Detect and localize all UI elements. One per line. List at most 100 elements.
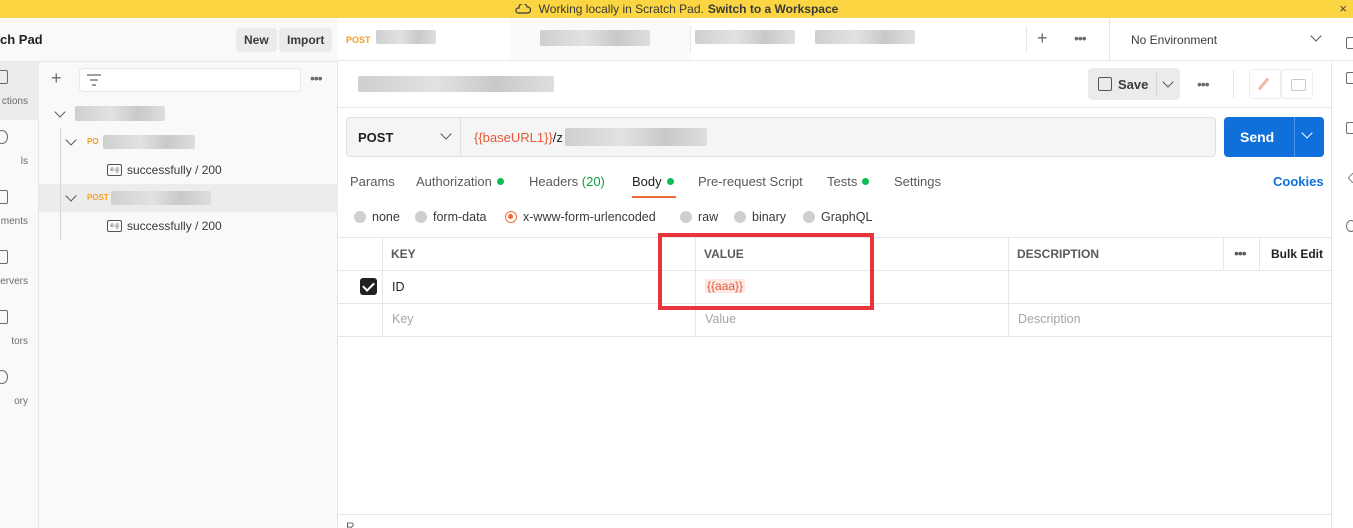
tab-tests[interactable]: Tests <box>827 174 870 200</box>
request-tab-active[interactable] <box>510 18 690 60</box>
new-button[interactable]: New <box>236 28 277 52</box>
save-button[interactable]: Save <box>1088 68 1180 100</box>
scratch-pad-banner: Working locally in Scratch Pad. Switch t… <box>0 0 1353 18</box>
redacted-request-title <box>358 76 554 92</box>
filter-icon[interactable] <box>87 74 101 86</box>
radio-circle <box>734 211 746 223</box>
mock-servers-icon <box>0 250 8 264</box>
radio-graphql[interactable]: GraphQL <box>803 210 872 224</box>
collection-row[interactable] <box>39 100 338 128</box>
documentation-icon[interactable] <box>1346 37 1353 49</box>
chevron-down-icon[interactable] <box>54 106 66 118</box>
radio-circle <box>680 211 692 223</box>
description-placeholder[interactable]: Description <box>1018 312 1081 326</box>
rail-label: ls <box>20 156 28 167</box>
rail-item-history[interactable]: ory <box>0 362 39 420</box>
radio-x-www-form-urlencoded[interactable]: x-www-form-urlencoded <box>505 210 656 224</box>
key-placeholder[interactable]: Key <box>392 312 414 326</box>
environment-selector[interactable]: No Environment <box>1109 18 1344 60</box>
chevron-down-icon[interactable] <box>1301 127 1313 139</box>
request-title-row: Save ••• <box>338 62 1331 108</box>
example-icon: e.g <box>107 220 122 232</box>
rail-item-collections[interactable]: ctions <box>0 62 39 120</box>
tab-settings[interactable]: Settings <box>894 174 941 200</box>
sidebar-more-icon[interactable]: ••• <box>310 70 323 86</box>
redacted-collection-name <box>75 106 165 121</box>
chevron-down-icon[interactable] <box>1162 76 1174 88</box>
row-checkbox[interactable] <box>360 278 377 295</box>
rail-item-monitors[interactable]: tors <box>0 302 39 360</box>
rail-label: ervers <box>0 276 28 287</box>
rail-item-apis[interactable]: ls <box>0 122 39 180</box>
chevron-down-icon <box>1310 30 1322 42</box>
comments-icon[interactable] <box>1346 72 1353 84</box>
switch-workspace-link[interactable]: Switch to a Workspace <box>708 2 838 16</box>
request-tab[interactable]: POST <box>338 18 510 60</box>
column-divider <box>382 237 383 337</box>
tab-method: POST <box>346 35 371 45</box>
example-row[interactable]: e.g successfully / 200 <box>39 212 338 240</box>
value-placeholder[interactable]: Value <box>705 312 736 326</box>
send-label: Send <box>1240 129 1275 145</box>
import-button[interactable]: Import <box>279 28 333 52</box>
example-label: successfully / 200 <box>127 219 222 233</box>
radio-form-data[interactable]: form-data <box>415 210 487 224</box>
cookies-link[interactable]: Cookies <box>1273 174 1324 189</box>
tab-label: Body <box>632 174 662 189</box>
monitors-icon <box>0 310 8 324</box>
radio-label: raw <box>698 210 719 224</box>
rail-item-environments[interactable]: ments <box>0 182 39 240</box>
key-cell[interactable]: ID <box>392 280 405 294</box>
radio-none[interactable]: none <box>354 210 400 224</box>
history-icon <box>0 370 8 384</box>
sidebar-search-input[interactable] <box>79 68 301 92</box>
tab-params[interactable]: Params <box>350 174 395 200</box>
table-more-icon[interactable]: ••• <box>1234 245 1247 261</box>
request-more-icon[interactable]: ••• <box>1197 76 1210 92</box>
method-label: POST <box>358 130 394 145</box>
column-header-description: DESCRIPTION <box>1017 247 1100 261</box>
close-icon[interactable]: × <box>1339 1 1347 16</box>
info-icon[interactable] <box>1346 220 1353 232</box>
tab-headers[interactable]: Headers (20) <box>529 174 605 200</box>
radio-binary[interactable]: binary <box>734 210 786 224</box>
code-icon[interactable] <box>1346 122 1353 134</box>
request-row[interactable]: PO <box>39 128 338 156</box>
add-collection-icon[interactable]: + <box>51 68 62 89</box>
bulk-edit-button[interactable]: Bulk Edit <box>1271 247 1323 261</box>
request-row[interactable]: POST <box>39 184 338 212</box>
rail-label: ory <box>14 396 28 407</box>
tab-prerequest-script[interactable]: Pre-request Script <box>698 174 803 200</box>
chevron-down-icon[interactable] <box>65 190 77 202</box>
rail-item-mock-servers[interactable]: ervers <box>0 242 39 300</box>
url-input[interactable]: {{baseURL1}}/z <box>474 130 563 145</box>
collections-icon <box>0 70 8 84</box>
example-row[interactable]: e.g successfully / 200 <box>39 156 338 184</box>
url-bar: POST {{baseURL1}}/z <box>346 117 1216 157</box>
redacted-request-name <box>111 191 211 205</box>
tab-authorization[interactable]: Authorization <box>416 174 504 200</box>
new-tab-icon[interactable]: + <box>1037 28 1048 49</box>
url-path: /z <box>552 130 563 145</box>
workspace-header: ch Pad New Import <box>0 18 338 62</box>
right-rail <box>1331 37 1353 528</box>
chevron-left-icon[interactable] <box>1347 172 1353 184</box>
radio-raw[interactable]: raw <box>680 210 718 224</box>
request-tab[interactable] <box>690 18 920 60</box>
redacted-tab-title <box>376 30 436 44</box>
example-icon: e.g <box>107 164 122 176</box>
radio-label: form-data <box>433 210 487 224</box>
tab-label: Headers <box>529 174 579 189</box>
method-dropdown[interactable]: POST <box>347 118 461 156</box>
rail-label: ments <box>0 216 28 227</box>
radio-circle <box>354 211 366 223</box>
comment-icon[interactable] <box>1281 69 1313 99</box>
edit-icon[interactable] <box>1249 69 1281 99</box>
request-method: POST <box>87 193 109 202</box>
column-divider <box>1223 237 1224 270</box>
active-tab-underline <box>632 196 676 198</box>
send-button[interactable]: Send <box>1224 117 1324 157</box>
chevron-down-icon[interactable] <box>65 134 77 146</box>
tabs-more-icon[interactable]: ••• <box>1074 30 1087 46</box>
workspace-title[interactable]: ch Pad <box>0 32 43 47</box>
